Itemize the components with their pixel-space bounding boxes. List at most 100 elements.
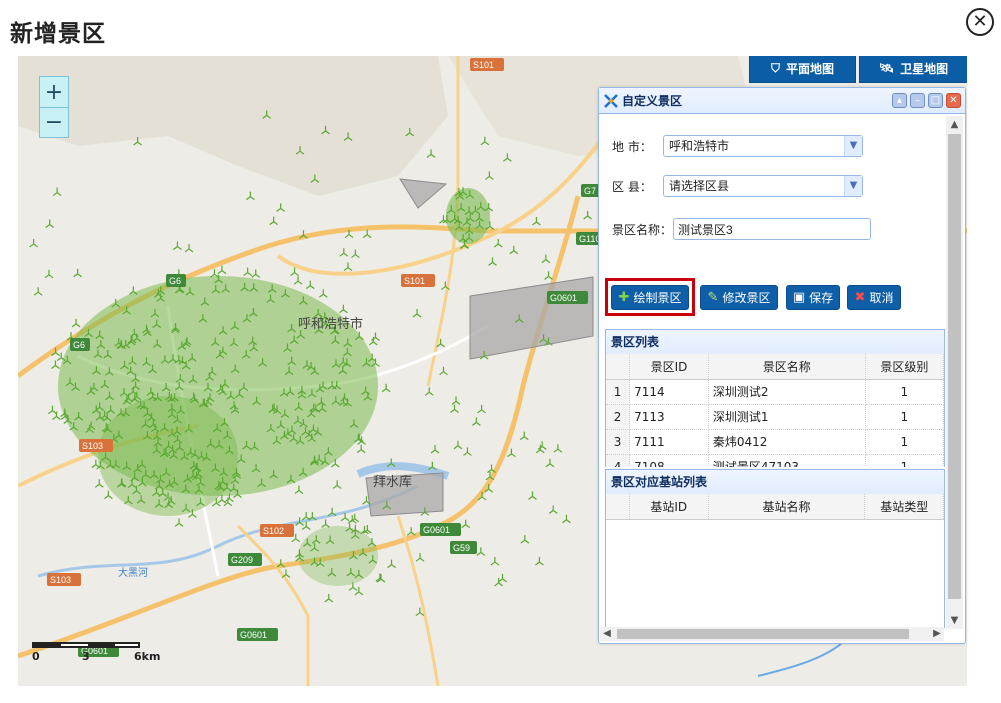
scenic-id-cell: 7111	[629, 429, 709, 455]
cell-tower-icon	[290, 267, 299, 277]
panel-close-icon[interactable]: ✕	[946, 93, 961, 108]
road-label: G6	[73, 340, 85, 350]
column-header-station-type[interactable]: 基站类型	[864, 494, 944, 520]
cell-tower-icon	[509, 245, 519, 255]
minimize-icon[interactable]: –	[910, 93, 925, 108]
scenic-level-cell: 1	[865, 429, 944, 455]
scenic-tool-icon	[604, 93, 618, 108]
scenic-polygon[interactable]	[399, 178, 448, 209]
cell-tower-icon	[498, 573, 507, 583]
cell-tower-icon	[324, 593, 334, 603]
column-header-scenic-level[interactable]: 景区级别	[865, 354, 944, 380]
city-select[interactable]: 呼和浩特市 ▼	[663, 135, 863, 157]
table-row[interactable]: 1 7114 深圳测试2 1	[606, 379, 944, 405]
zoom-control: + −	[39, 76, 69, 138]
cell-tower-icon	[184, 243, 194, 253]
cell-tower-icon	[406, 527, 416, 536]
scroll-thumb[interactable]	[948, 134, 961, 599]
cell-tower-icon	[318, 289, 328, 298]
pencil-icon: ✎	[707, 290, 719, 305]
cell-tower-icon	[371, 332, 380, 341]
save-button[interactable]: ▣ 保存	[786, 285, 840, 310]
cell-tower-icon	[376, 574, 386, 583]
road-label: G209	[231, 555, 253, 565]
road-label: G59	[453, 543, 470, 553]
page-title: 新增景区	[10, 21, 106, 47]
table-row[interactable]: 3 7111 秦炜0412 1	[606, 429, 944, 455]
scenic-list-grid: 景区ID 景区名称 景区级别 1 7114 深圳测试2 1 2 7113 深圳测…	[605, 354, 945, 467]
map-scale: 0 3 6km	[18, 640, 160, 670]
column-header-station-id[interactable]: 基站ID	[629, 494, 709, 520]
cell-tower-icon	[94, 479, 104, 488]
cell-tower-icon	[490, 557, 500, 566]
satellite-map-button[interactable]: 🛰 卫星地图	[859, 56, 967, 83]
cell-tower-icon	[321, 519, 330, 528]
row-number: 3	[606, 429, 631, 455]
cell-tower-icon	[269, 216, 279, 226]
scenic-id-cell: 7114	[629, 379, 709, 405]
edit-scenic-button[interactable]: ✎ 修改景区	[700, 285, 778, 310]
cell-tower-icon	[276, 203, 286, 212]
column-header-station-name[interactable]: 基站名称	[708, 494, 866, 520]
table-row[interactable]: 2 7113 深圳测试1 1	[606, 404, 944, 430]
scenic-name-input[interactable]	[673, 218, 871, 240]
scroll-right-icon[interactable]: ▶	[930, 627, 944, 641]
cell-tower-icon	[426, 149, 436, 158]
road-label: S102	[263, 526, 284, 536]
edit-scenic-label: 修改景区	[722, 291, 771, 305]
scroll-up-icon[interactable]: ▲	[946, 116, 963, 133]
cell-tower-icon	[293, 276, 303, 285]
cell-tower-icon	[461, 519, 471, 529]
scroll-down-icon[interactable]: ▼	[946, 612, 963, 629]
flat-map-button[interactable]: ⛉ 平面地图	[749, 56, 856, 83]
cell-tower-icon	[294, 485, 304, 495]
cell-tower-icon	[583, 210, 592, 220]
collapse-icon[interactable]: ▴	[892, 93, 907, 108]
cancel-button[interactable]: ✖ 取消	[847, 285, 901, 310]
cell-tower-icon	[541, 254, 551, 264]
cell-tower-icon	[339, 248, 349, 257]
county-select-value: 请选择区县	[669, 179, 730, 193]
row-number: 1	[606, 379, 631, 405]
cancel-icon: ✖	[854, 290, 866, 305]
cell-tower-icon	[532, 217, 541, 226]
scenic-level-cell: 1	[865, 379, 944, 405]
cell-tower-icon	[339, 304, 348, 314]
cell-tower-icon	[332, 480, 342, 489]
horizontal-scrollbar[interactable]: ◀ ▶	[600, 627, 944, 641]
table-row[interactable]: 4 7108 测试景区47103 1	[606, 454, 944, 467]
cell-tower-icon	[301, 511, 311, 521]
road-label: S101	[404, 276, 425, 286]
county-select[interactable]: 请选择区县 ▼	[663, 175, 863, 197]
cell-tower-icon	[535, 556, 544, 566]
scenic-id-cell: 7113	[629, 404, 709, 430]
cell-tower-icon	[173, 241, 182, 250]
scale-bar	[32, 642, 140, 648]
cell-tower-icon	[477, 404, 486, 414]
column-header-scenic-id[interactable]: 景区ID	[629, 354, 709, 380]
cell-tower-icon	[217, 265, 227, 275]
cell-tower-icon	[387, 559, 396, 569]
draw-scenic-button[interactable]: ✚ 绘制景区	[611, 285, 689, 310]
cell-tower-icon	[29, 238, 39, 248]
cell-tower-icon	[544, 271, 553, 280]
scenic-name-cell: 深圳测试1	[708, 404, 866, 430]
scroll-thumb[interactable]	[617, 629, 909, 639]
panel-body: 地 市： 呼和浩特市 ▼ 区 县： 请选择区县 ▼ 景区名称： ✚ 绘制景区 ✎…	[600, 115, 945, 628]
vertical-scrollbar[interactable]: ▲ ▼	[946, 116, 963, 629]
cancel-label: 取消	[869, 291, 894, 305]
zoom-in-button[interactable]: +	[40, 77, 68, 107]
cell-tower-icon	[507, 448, 516, 458]
column-header-scenic-name[interactable]: 景区名称	[708, 354, 866, 380]
maximize-icon[interactable]: □	[928, 93, 943, 108]
cell-tower-icon	[488, 257, 497, 266]
cell-tower-icon	[471, 417, 481, 426]
river-label: 大黑河	[118, 566, 148, 579]
zoom-out-button[interactable]: −	[40, 107, 68, 137]
provincial-road	[236, 524, 310, 686]
scenic-polygon[interactable]	[469, 276, 594, 360]
close-button[interactable]: ✕	[966, 8, 994, 36]
scroll-left-icon[interactable]: ◀	[600, 627, 614, 641]
cell-tower-icon	[356, 444, 366, 454]
scenic-id-cell: 7108	[629, 454, 709, 467]
